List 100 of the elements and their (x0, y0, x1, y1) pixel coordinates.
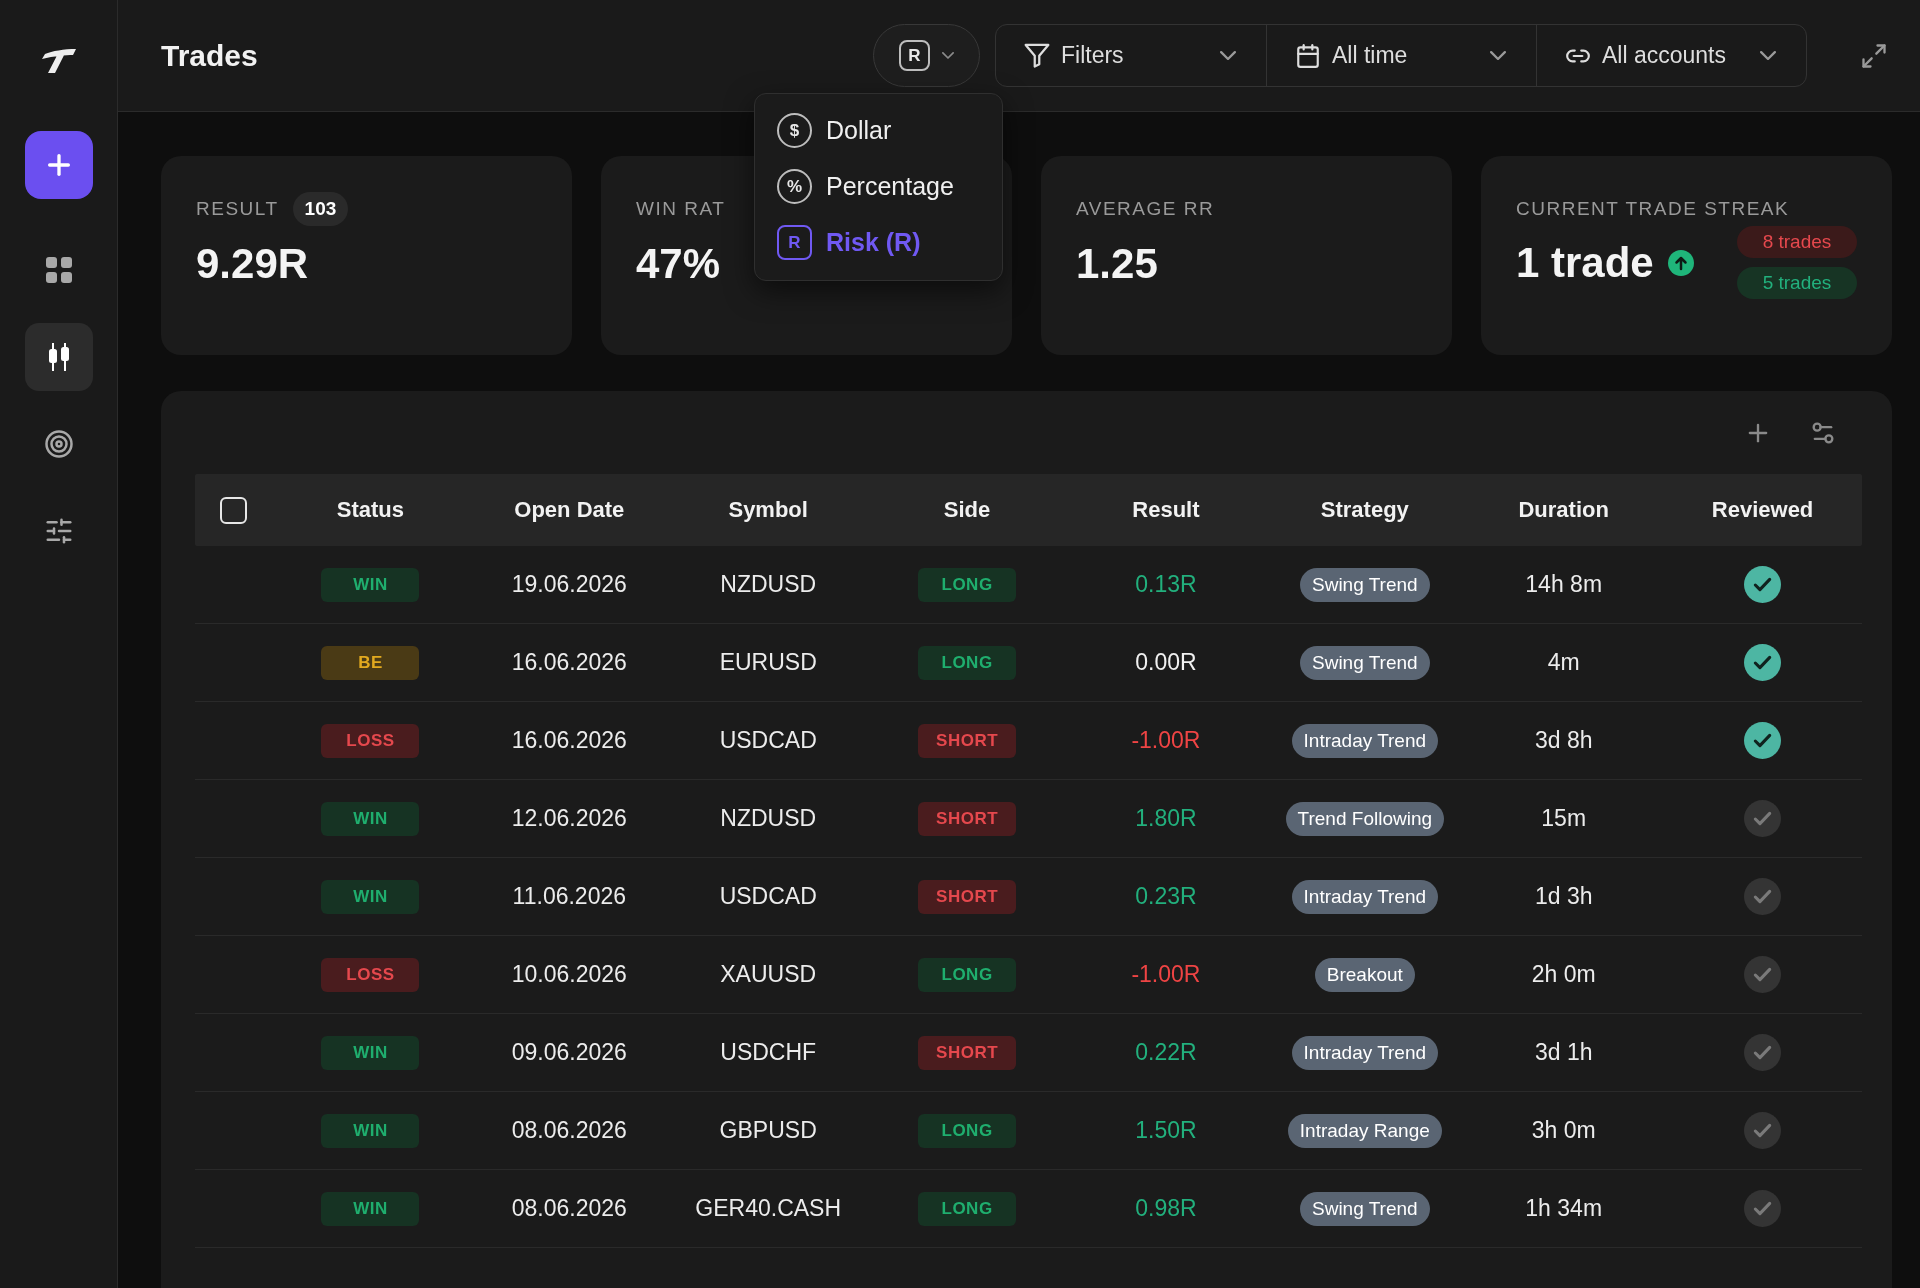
stat-label: WIN RAT (636, 198, 726, 220)
grid-icon (45, 257, 72, 283)
table-cell: 12.06.2026 (511, 805, 627, 832)
column-header[interactable]: Side (943, 497, 991, 523)
count-badge: 103 (292, 192, 349, 226)
column-header[interactable]: Open Date (514, 497, 625, 523)
strategy-tag: Swing Trend (1300, 567, 1430, 602)
side-badge: LONG (918, 957, 1017, 992)
filter-dropdown[interactable]: Filters (996, 25, 1266, 86)
result-value: 0.22R (1135, 1039, 1197, 1066)
table-cell: 3d 1h (1534, 1039, 1593, 1066)
chevron-down-icon (1490, 50, 1506, 61)
table-cell: 3h 0m (1531, 1117, 1596, 1144)
page-title: Trades (161, 38, 258, 73)
target-icon (43, 429, 74, 459)
column-header[interactable]: Symbol (728, 497, 808, 523)
date-range-dropdown[interactable]: All time (1266, 25, 1536, 86)
table-cell: 14h 8m (1525, 571, 1603, 598)
calendar-icon (1295, 42, 1321, 69)
side-badge: LONG (918, 645, 1017, 680)
table-cell: GER40.CASH (695, 1195, 842, 1222)
side-badge: LONG (918, 567, 1017, 602)
column-header[interactable]: Strategy (1320, 497, 1409, 523)
column-header[interactable]: Result (1132, 497, 1200, 523)
symbol-icon: $ (777, 112, 812, 148)
strategy-tag: Trend Following (1285, 801, 1445, 836)
chevron-down-icon (1760, 50, 1776, 61)
symbol-icon: R (777, 224, 812, 260)
table-cell: 19.06.2026 (511, 571, 627, 598)
table-cell: 16.06.2026 (511, 649, 627, 676)
column-header[interactable]: Status (336, 497, 405, 523)
status-badge: WIN (321, 1191, 420, 1226)
side-badge: SHORT (918, 879, 1017, 914)
table-cell: EURUSD (719, 649, 817, 676)
symbol-icon: R (899, 40, 930, 71)
result-value: -1.00R (1131, 727, 1201, 754)
table-cell: 15m (1541, 805, 1587, 832)
symbol-icon: % (777, 168, 812, 204)
table-cell: USDCAD (719, 883, 817, 910)
strategy-tag: Swing Trend (1300, 1191, 1430, 1226)
column-header[interactable]: Duration (1518, 497, 1609, 523)
strategy-tag: Swing Trend (1300, 645, 1430, 680)
result-value: 0.23R (1135, 883, 1197, 910)
table-cell: 16.06.2026 (511, 727, 627, 754)
table-cell: USDCHF (720, 1039, 817, 1066)
status-badge: WIN (321, 879, 420, 914)
streak-badge: 8 trades (1737, 226, 1857, 258)
side-badge: LONG (918, 1113, 1017, 1148)
status-badge: BE (321, 645, 420, 680)
table-cell: 09.06.2026 (511, 1039, 627, 1066)
arrow-up-icon (1667, 249, 1694, 276)
stat-value: 1 trade (1516, 238, 1654, 287)
filter-icon (1024, 42, 1050, 69)
table-cell: NZDUSD (720, 805, 817, 832)
unit-toggle[interactable]: R (873, 24, 980, 87)
table-cell: 3d 8h (1534, 727, 1593, 754)
expand-icon[interactable] (1860, 41, 1888, 70)
strategy-tag: Intraday Range (1287, 1113, 1442, 1148)
stat-label: RESULT (196, 198, 279, 220)
strategy-tag: Breakout (1314, 957, 1415, 992)
table-cell: 10.06.2026 (511, 961, 627, 988)
table-cell: 08.06.2026 (511, 1117, 627, 1144)
table-cell: 08.06.2026 (511, 1195, 627, 1222)
table-cell: GBPUSD (719, 1117, 817, 1144)
add-button[interactable] (24, 131, 93, 199)
menu-item[interactable]: % Percentage (755, 158, 1002, 214)
logo-icon (41, 49, 76, 73)
side-badge: LONG (918, 1191, 1017, 1226)
stat-label: CURRENT TRADE STREAK (1516, 198, 1790, 220)
table-cell: USDCAD (719, 727, 817, 754)
sidebar-item[interactable] (24, 323, 93, 391)
status-badge: WIN (321, 1113, 420, 1148)
menu-item[interactable]: R Risk (R) (755, 214, 1002, 270)
candlestick-icon (47, 343, 70, 371)
chevron-down-icon (1220, 50, 1236, 61)
result-value: 0.00R (1135, 649, 1197, 676)
stat-value: 47% (636, 240, 721, 288)
table-cell: 1h 34m (1525, 1195, 1603, 1222)
status-badge: LOSS (321, 723, 420, 758)
stat-value: 9.29R (196, 240, 309, 288)
status-badge: WIN (321, 567, 420, 602)
side-badge: SHORT (918, 801, 1017, 836)
table-cell: XAUUSD (720, 961, 817, 988)
status-badge: WIN (321, 801, 420, 836)
result-value: 0.98R (1135, 1195, 1197, 1222)
result-value: -1.00R (1131, 961, 1201, 988)
menu-item[interactable]: $ Dollar (755, 102, 1002, 158)
table-cell: 1d 3h (1534, 883, 1593, 910)
checkbox[interactable] (219, 496, 247, 524)
strategy-tag: Intraday Trend (1291, 1035, 1439, 1070)
table-cell: 2h 0m (1531, 961, 1596, 988)
table-cell: NZDUSD (720, 571, 817, 598)
stat-label: AVERAGE RR (1076, 198, 1215, 220)
result-value: 0.13R (1135, 571, 1197, 598)
status-badge: LOSS (321, 957, 420, 992)
account-dropdown[interactable]: All accounts (1536, 25, 1806, 86)
result-value: 1.50R (1135, 1117, 1197, 1144)
table-cell: 4m (1547, 649, 1580, 676)
chevron-down-icon (942, 52, 954, 59)
column-header[interactable]: Reviewed (1711, 497, 1814, 523)
